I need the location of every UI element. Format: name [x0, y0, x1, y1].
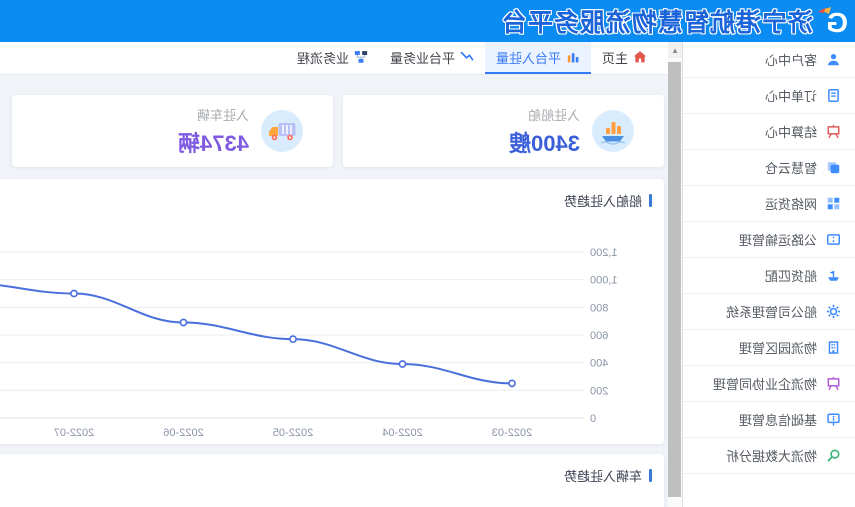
- tab-label: 平台入驻量: [495, 50, 561, 66]
- title-accent-bar: [649, 194, 652, 207]
- bar-chart-icon: [566, 50, 580, 64]
- sidebar-item-label: 结算中心: [764, 125, 817, 140]
- svg-text:2022-04: 2022-04: [382, 427, 422, 439]
- gear-icon: [826, 304, 841, 319]
- scroll-up-arrow-icon: ▲: [671, 45, 679, 55]
- sidebar-item-settlement-easel[interactable]: 结算中心: [683, 114, 855, 150]
- sidebar-item-label: 订单中心: [764, 89, 817, 104]
- sidebar-item-label: 物流企业协同管理: [712, 377, 817, 392]
- sidebar-item-label: 物流园区管理: [738, 341, 817, 356]
- sidebar-item-label: 客户中心: [764, 53, 817, 68]
- svg-text:2022-06: 2022-06: [163, 427, 203, 439]
- network-freight-icon: [826, 196, 841, 211]
- sidebar-item-label: 公路运输管理: [738, 233, 817, 248]
- tab-bar-chart[interactable]: 平台入驻量: [484, 42, 591, 74]
- tab-line-chart[interactable]: 平台业务量: [379, 42, 485, 74]
- tab-home[interactable]: 主页: [591, 42, 658, 74]
- vehicle-trend-title-text: 车辆入驻趋势: [563, 469, 642, 484]
- info-board-icon: [826, 412, 841, 427]
- ship-trend-title: 船舶入驻趋势: [0, 179, 664, 210]
- sidebar-item-label: 网络货运: [764, 197, 817, 212]
- sidebar-item-order[interactable]: 订单中心: [683, 78, 855, 114]
- sidebar-item-network-freight[interactable]: 网络货运: [683, 186, 855, 222]
- stat-value: 3400艘: [509, 130, 580, 156]
- screen: G 济宁港航智慧物流服务平台 客户中心订单中心结算中心智慧云仓网络货运公路运输管…: [0, 0, 855, 507]
- svg-text:600: 600: [590, 330, 608, 342]
- line-chart-icon: [460, 50, 474, 64]
- stat-value: 4374辆: [178, 130, 249, 156]
- sidebar-scrollbar[interactable]: ▲: [668, 42, 683, 507]
- stat-label: 入驻车辆: [196, 107, 249, 123]
- ship-cargo-match-icon: [826, 268, 841, 283]
- logistics-park-icon: [826, 340, 841, 355]
- tab-label: 主页: [601, 50, 628, 66]
- app-body: 客户中心订单中心结算中心智慧云仓网络货运公路运输管理船货匹配船公司管理系统物流园…: [0, 42, 855, 507]
- order-icon: [826, 88, 841, 103]
- flow-icon: [354, 50, 368, 64]
- ship-chart-icon: [592, 110, 634, 152]
- sidebar-item-label: 基础信息管理: [738, 413, 817, 428]
- main-area: 主页 平台入驻量 平台业务量 业务流程 入驻船舶 3400艘 入驻车辆 4374辆 船舶入驻…: [0, 42, 668, 507]
- tab-flow[interactable]: 业务流程: [286, 42, 379, 74]
- tab-label: 平台业务量: [389, 50, 455, 66]
- ship-trend-title-text: 船舶入驻趋势: [563, 194, 642, 209]
- collab-easel-icon: [826, 376, 841, 391]
- scrollbar-thumb[interactable]: [668, 62, 681, 497]
- app-header: G 济宁港航智慧物流服务平台: [0, 0, 855, 42]
- stat-label: 入驻船舶: [527, 107, 580, 123]
- sidebar-item-label: 船货匹配: [764, 269, 817, 284]
- scroll-up-button[interactable]: ▲: [668, 42, 682, 58]
- sidebar-item-label: 物流大数据分析: [725, 449, 817, 464]
- stat-card-ship-chart: 入驻船舶 3400艘: [343, 95, 664, 167]
- sidebar-item-ship-cargo-match[interactable]: 船货匹配: [683, 258, 855, 294]
- sidebar-item-cloud-warehouse[interactable]: 智慧云仓: [683, 150, 855, 186]
- sidebar-item-collab-easel[interactable]: 物流企业协同管理: [683, 366, 855, 402]
- content-area: 入驻船舶 3400艘 入驻车辆 4374辆 船舶入驻趋势 0 200 400 600 800 1…: [0, 75, 668, 507]
- svg-text:2022-03: 2022-03: [492, 427, 532, 439]
- sidebar-item-info-board[interactable]: 基础信息管理: [683, 402, 855, 438]
- truck-icon: [261, 110, 303, 152]
- sidebar-item-gear[interactable]: 船公司管理系统: [683, 294, 855, 330]
- title-accent-bar: [649, 469, 652, 482]
- svg-text:400: 400: [590, 358, 608, 370]
- sidebar-item-road-transport[interactable]: 公路运输管理: [683, 222, 855, 258]
- svg-text:2022-05: 2022-05: [273, 427, 313, 439]
- vehicle-trend-panel: 车辆入驻趋势: [0, 454, 664, 507]
- sidebar: 客户中心订单中心结算中心智慧云仓网络货运公路运输管理船货匹配船公司管理系统物流园…: [683, 42, 855, 507]
- sidebar-item-magnifier[interactable]: 物流大数据分析: [683, 438, 855, 474]
- tab-label: 业务流程: [296, 50, 349, 66]
- g-flame-logo-icon: G: [817, 4, 851, 38]
- page-title: 济宁港航智慧物流服务平台: [500, 9, 813, 37]
- settlement-easel-icon: [826, 124, 841, 139]
- svg-text:1,200: 1,200: [590, 247, 618, 259]
- ship-trend-chart: 0 200 400 600 800 1,000 1,200 2022-03 2022-04 202…: [0, 214, 664, 459]
- sidebar-item-label: 智慧云仓: [764, 161, 817, 176]
- stat-cards-row: 入驻船舶 3400艘 入驻车辆 4374辆: [12, 95, 664, 167]
- svg-text:200: 200: [590, 385, 608, 397]
- svg-text:800: 800: [590, 302, 608, 314]
- customer-icon: [826, 52, 841, 67]
- stat-card-truck: 入驻车辆 4374辆: [12, 95, 333, 167]
- sidebar-item-customer[interactable]: 客户中心: [683, 42, 855, 78]
- ship-trend-panel: 船舶入驻趋势 0 200 400 600 800 1,000 1,200 2022-03 202…: [0, 179, 664, 444]
- svg-text:1,000: 1,000: [590, 275, 618, 287]
- cloud-warehouse-icon: [826, 160, 841, 175]
- svg-text:0: 0: [590, 413, 596, 425]
- road-transport-icon: [826, 232, 841, 247]
- sidebar-item-logistics-park[interactable]: 物流园区管理: [683, 330, 855, 366]
- sidebar-item-label: 船公司管理系统: [725, 305, 817, 320]
- svg-text:2022-07: 2022-07: [54, 427, 94, 439]
- home-icon: [633, 50, 647, 64]
- magnifier-icon: [826, 448, 841, 463]
- tabs-bar: 主页 平台入驻量 平台业务量 业务流程: [0, 42, 668, 75]
